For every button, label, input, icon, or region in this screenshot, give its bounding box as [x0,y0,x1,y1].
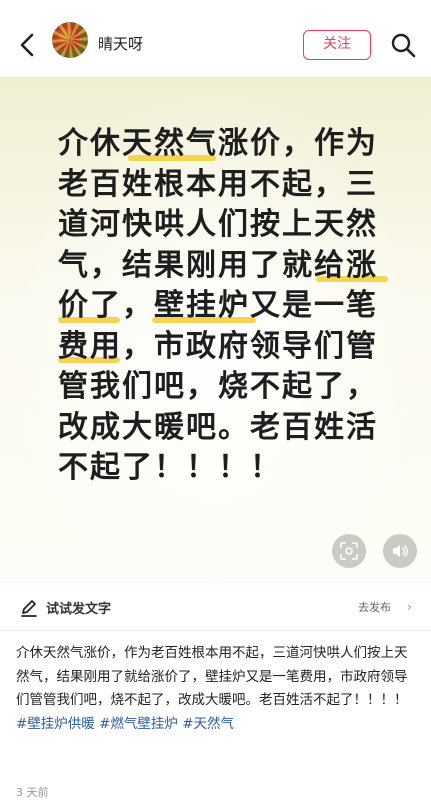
compose-label: 试试发文字 [46,602,112,617]
image-text-line: 管我们吧，烧不起了， [58,369,378,404]
post-caption: 介休天然气涨价，作为老百姓根本用不起，三道河快哄人们按上天然气，结果刚用了就给涨… [16,642,420,736]
top-bar: 晴天呀 关注 [0,0,431,88]
image-text-line: 价了，壁挂炉又是一笔 [58,288,378,323]
image-text-line: 介休天然气涨价，作为 [58,126,378,161]
chevron-right-icon: › [407,600,412,614]
image-text-line: 费用，市政府领导们管 [58,328,378,364]
image-text: 介休天然气涨价，作为 老百姓根本用不起，三 道河快哄人们按上天然 气，结果刚用了… [58,124,388,489]
image-text-line: 道河快哄人们按上天然 [58,207,378,242]
hashtag[interactable]: #壁挂炉供暖 [16,716,95,732]
hashtag[interactable]: #天然气 [182,716,234,732]
image-text-line: 不起了！！！！ [58,450,282,485]
scan-button[interactable] [332,534,366,568]
image-text-line: 气，结果刚用了就给涨 [58,247,378,283]
avatar[interactable] [52,22,88,58]
post-time: 3 天前 [16,786,49,799]
image-text-line: 改成大暖吧。老百姓活 [58,409,378,445]
hashtag[interactable]: #燃气壁挂炉 [99,716,178,732]
follow-button[interactable]: 关注 [303,30,371,60]
image-text-line: 老百姓根本用不起，三 [58,166,378,202]
sound-button[interactable] [383,534,417,568]
username[interactable]: 晴天呀 [98,33,143,54]
publish-link[interactable]: 去发布 [358,599,391,615]
post-image[interactable]: 介休天然气涨价，作为 老百姓根本用不起，三 道河快哄人们按上天然 气，结果刚用了… [0,77,431,583]
caption-text: 介休天然气涨价，作为老百姓根本用不起，三道河快哄人们按上天然气，结果刚用了就给涨… [16,645,408,708]
scan-icon [340,542,358,560]
compose-bar[interactable]: 试试发文字 去发布 › [0,583,431,631]
search-icon[interactable] [390,32,416,58]
speaker-icon [393,545,408,557]
back-arrow-icon[interactable] [16,31,40,59]
pen-icon [21,600,37,617]
